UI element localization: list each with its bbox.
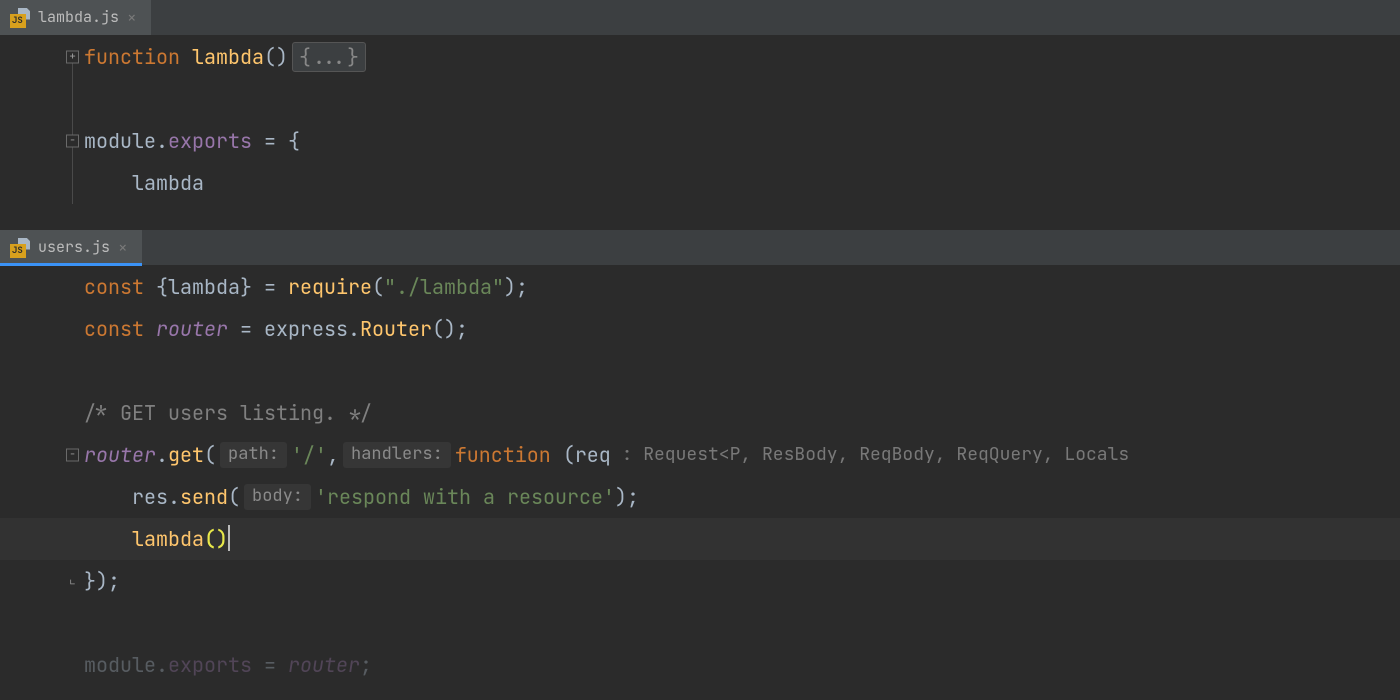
code-line[interactable]: const router = express.Router(); <box>0 308 1400 350</box>
tab-label: lambda.js <box>38 7 119 28</box>
editor-users-js[interactable]: const {lambda} = require("./lambda"); co… <box>0 266 1400 700</box>
tab-lambda-js[interactable]: JS lambda.js × <box>0 0 151 35</box>
fold-end-icon: ⌞ <box>66 575 79 588</box>
code-line[interactable]: const {lambda} = require("./lambda"); <box>0 266 1400 308</box>
code-line[interactable] <box>0 350 1400 392</box>
code-line[interactable]: − module.exports = { <box>0 120 1400 162</box>
tab-bar-top: JS lambda.js × <box>0 0 1400 36</box>
code-line[interactable]: module.exports = router; <box>0 644 1400 686</box>
javascript-file-icon: JS <box>10 8 30 28</box>
close-icon[interactable]: × <box>127 10 137 26</box>
tab-label: users.js <box>38 237 110 258</box>
code-line[interactable]: /* GET users listing. */ <box>0 392 1400 434</box>
code-line[interactable]: ⌞ }); <box>0 560 1400 602</box>
inlay-hint: path: <box>220 442 287 468</box>
inlay-hint: handlers: <box>343 442 451 468</box>
code-line[interactable]: + function lambda(){...} <box>0 36 1400 78</box>
code-line[interactable]: res.send(body:'respond with a resource')… <box>0 476 1400 518</box>
text-caret <box>228 525 230 551</box>
fold-collapse-icon[interactable]: − <box>66 135 79 148</box>
fold-expand-icon[interactable]: + <box>66 51 79 64</box>
inlay-type-hint: : Request<P, ResBody, ReqBody, ReqQuery,… <box>611 442 1129 467</box>
code-line[interactable]: lambda <box>0 162 1400 204</box>
code-line[interactable]: lambda() <box>0 518 1400 560</box>
fold-collapse-icon[interactable]: − <box>66 449 79 462</box>
tab-bar-bottom: JS users.js × <box>0 230 1400 266</box>
javascript-file-icon: JS <box>10 238 30 258</box>
editor-lambda-js[interactable]: + function lambda(){...} − module.export… <box>0 36 1400 230</box>
tab-users-js[interactable]: JS users.js × <box>0 230 142 265</box>
close-icon[interactable]: × <box>118 240 128 256</box>
inlay-hint: body: <box>244 484 311 510</box>
code-line[interactable]: − router.get(path:'/',handlers: function… <box>0 434 1400 476</box>
code-line[interactable] <box>0 602 1400 644</box>
folded-region[interactable]: {...} <box>292 42 366 72</box>
code-line[interactable] <box>0 78 1400 120</box>
